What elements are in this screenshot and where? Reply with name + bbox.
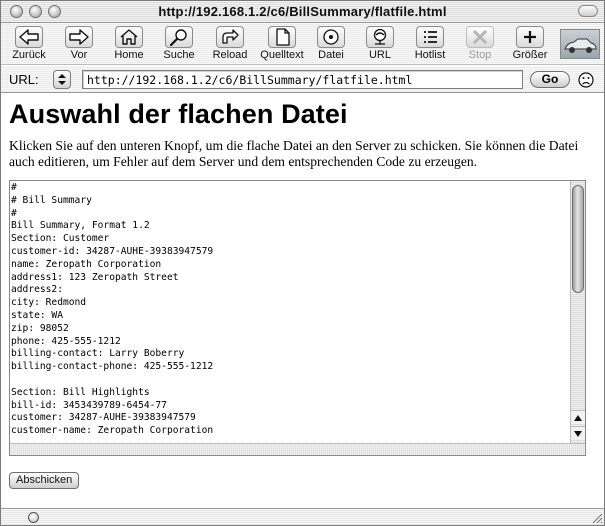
textarea-line: customer-id: 34287-AUHE-39383947579 (11, 245, 214, 257)
browser-window: http://192.168.1.2/c6/BillSummary/flatfi… (0, 0, 605, 526)
toolbar: Zurück Vor Home Suche Reload Quelltext D… (1, 23, 604, 65)
scroll-thumb[interactable] (572, 185, 584, 293)
home-button[interactable]: Home (109, 26, 149, 64)
textarea-line: address2: (11, 284, 63, 296)
status-bar (1, 508, 604, 525)
textarea-line: bill-id: 3453439789-6454-77 (11, 399, 167, 411)
textarea-line: name: Zeropath Corporation (11, 258, 162, 270)
horizontal-scrollbar[interactable] (10, 443, 585, 455)
source-icon (268, 26, 296, 48)
url-label: URL: (9, 72, 39, 87)
stop-button[interactable]: Stop (460, 26, 500, 64)
car-logo-icon (564, 38, 597, 53)
resize-grip-icon[interactable] (590, 511, 603, 524)
file-button[interactable]: Datei (311, 26, 351, 64)
textarea-line (11, 374, 570, 387)
stop-icon (466, 26, 494, 48)
reload-icon (216, 26, 244, 48)
vertical-scrollbar[interactable] (570, 181, 585, 443)
go-button[interactable]: Go (530, 71, 570, 88)
flatfile-textarea[interactable]: # # Bill Summary # Bill Summary, Format 1.2… (9, 180, 586, 456)
hotlist-icon (416, 26, 444, 48)
intro-text: Klicken Sie auf den unteren Knopf, um di… (9, 138, 579, 169)
textarea-line: state: WA (11, 309, 63, 321)
textarea-line: phone: 425-555-1212 (11, 335, 121, 347)
textarea-line: address1: 123 Zeropath Street (11, 271, 179, 283)
textarea-line: # (11, 182, 17, 193)
status-indicator-icon (28, 512, 39, 523)
url-history-popup[interactable] (53, 70, 71, 89)
textarea-line: # (11, 207, 17, 219)
page-content: Auswahl der flachen Datei Klicken Sie au… (1, 94, 604, 508)
page-title: Auswahl der flachen Datei (9, 99, 348, 129)
back-arrow-icon (15, 26, 43, 48)
file-icon (317, 26, 345, 48)
source-button[interactable]: Quelltext (257, 26, 307, 64)
sad-face-icon (578, 72, 594, 88)
scroll-down-button[interactable] (571, 426, 585, 440)
textarea-line: # Bill Summary (11, 194, 92, 206)
back-button[interactable]: Zurück (9, 26, 49, 64)
title-bar[interactable]: http://192.168.1.2/c6/BillSummary/flatfi… (1, 1, 604, 23)
textarea-line: billing-contact: Larry Boberry (11, 348, 185, 360)
forward-arrow-icon (65, 26, 93, 48)
textarea-line: customer: 34287-AUHE-39383947579 (11, 412, 196, 424)
triangle-down-icon (574, 431, 582, 437)
url-icon (366, 26, 394, 48)
forward-button[interactable]: Vor (59, 26, 99, 64)
scroll-up-button[interactable] (571, 410, 585, 424)
search-button[interactable]: Suche (159, 26, 199, 64)
window-title: http://192.168.1.2/c6/BillSummary/flatfi… (158, 4, 447, 19)
enlarge-button[interactable]: Größer (509, 26, 551, 64)
updown-arrows-icon (58, 74, 66, 85)
toolbar-toggle-button[interactable] (578, 5, 598, 17)
textarea-line: billing-contact-phone: 425-555-1212 (11, 361, 214, 373)
reload-button[interactable]: Reload (209, 26, 251, 64)
url-bar: URL: http://192.168.1.2/c6/BillSummary/f… (1, 66, 604, 93)
url-input[interactable]: http://192.168.1.2/c6/BillSummary/flatfi… (82, 70, 523, 89)
url-button[interactable]: URL (360, 26, 400, 64)
textarea-line: city: Redmond (11, 297, 87, 309)
textarea-content[interactable]: # # Bill Summary # Bill Summary, Format 1.2… (10, 181, 570, 443)
textarea-line: customer-name: Zeropath Corporation (11, 425, 214, 437)
textarea-line: Section: Bill Highlights (11, 386, 150, 398)
hotlist-button[interactable]: Hotlist (409, 26, 451, 64)
textarea-line: Bill Summary, Format 1.2 (11, 220, 150, 232)
browser-logo (560, 29, 600, 59)
textarea-line: Section: Customer (11, 233, 110, 245)
submit-button[interactable]: Abschicken (9, 472, 80, 489)
home-icon (115, 26, 143, 48)
enlarge-icon (516, 26, 544, 48)
search-icon (165, 26, 193, 48)
triangle-up-icon (574, 415, 582, 421)
textarea-line: zip: 98052 (11, 322, 69, 334)
